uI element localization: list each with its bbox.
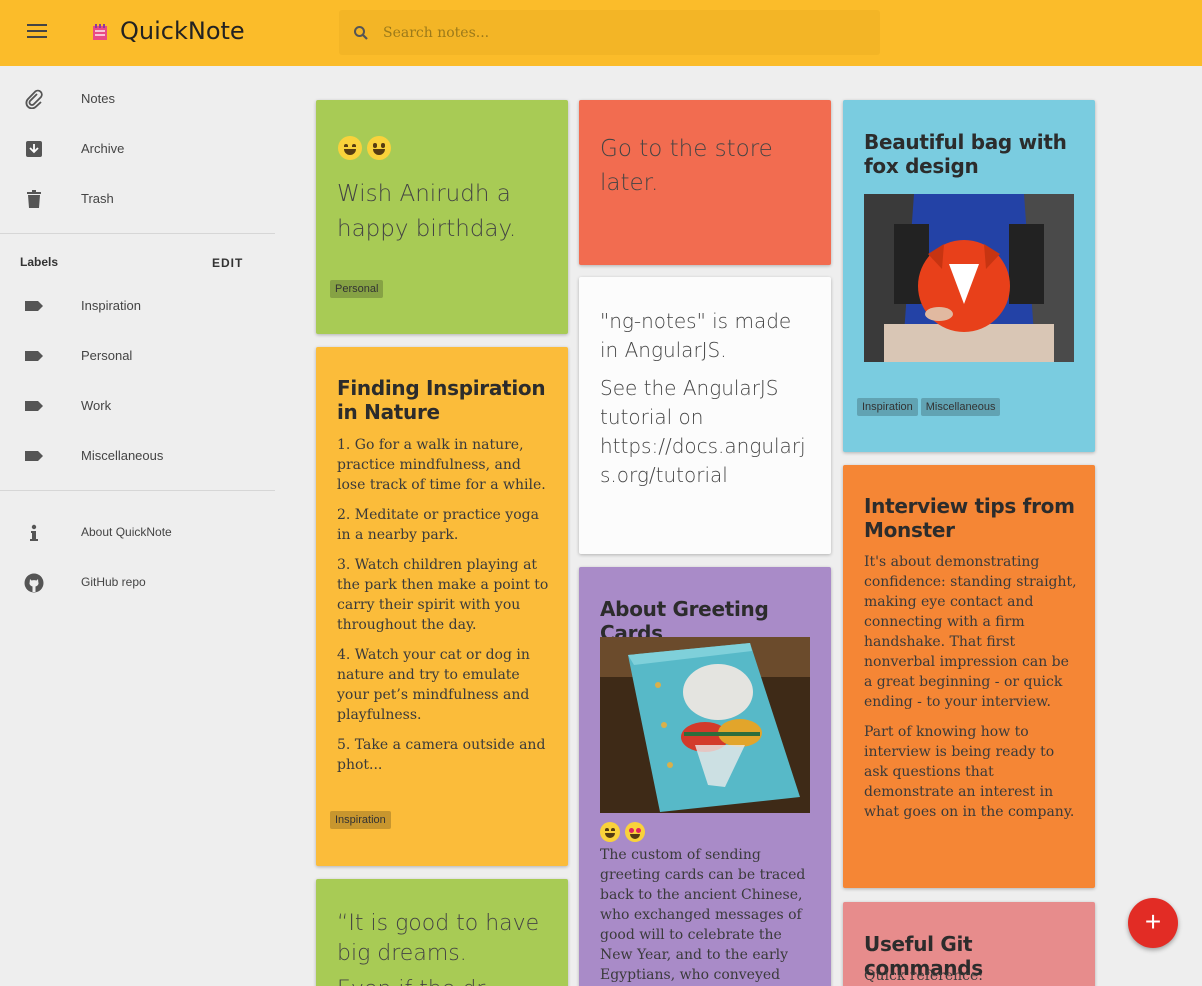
sidebar-item-about[interactable]: About QuickNote xyxy=(0,510,275,556)
edit-labels-button[interactable]: EDIT xyxy=(212,256,243,270)
sidebar-item-trash[interactable]: Trash xyxy=(0,176,275,222)
labels-heading: Labels xyxy=(20,255,59,269)
archive-icon xyxy=(26,141,42,157)
sidebar-item-personal[interactable]: Personal xyxy=(0,333,275,379)
paragraph: Part of knowing how to interview is bein… xyxy=(864,724,1075,820)
label-chip[interactable]: Miscellaneous xyxy=(920,398,1001,416)
note-card-birthday[interactable]: Wish Anirudh a happy birthday. Personal xyxy=(316,100,568,334)
label-tag-icon xyxy=(25,301,43,311)
label-tag-icon xyxy=(25,401,43,411)
plus-icon: + xyxy=(1144,906,1162,937)
note-card-ngnotes[interactable]: "ng-notes" is made in AngularJS. See the… xyxy=(579,277,831,554)
sidebar-item-label: Inspiration xyxy=(81,298,141,313)
sidebar-item-label: Trash xyxy=(81,191,114,206)
note-text: “It is good to have big dreams. xyxy=(337,911,540,966)
sidebar-divider xyxy=(0,233,275,234)
note-card-greeting[interactable]: About Greeting Cards The custom of sendi… xyxy=(579,567,831,986)
sidebar-item-label: Notes xyxy=(81,91,115,106)
github-icon xyxy=(24,573,44,593)
label-tag-icon xyxy=(25,351,43,361)
note-card-interview[interactable]: Interview tips from Monster It's about d… xyxy=(843,465,1095,888)
note-title: Interview tips from Monster xyxy=(864,494,1075,542)
sidebar-item-label: About QuickNote xyxy=(81,525,172,539)
menu-icon[interactable] xyxy=(27,24,47,40)
smile-emoji-icon xyxy=(367,136,391,160)
fox-bag-image xyxy=(864,194,1074,362)
app-header: QuickNote xyxy=(0,0,1202,66)
sidebar-item-inspiration[interactable]: Inspiration xyxy=(0,283,275,329)
note-text: Go to the store later. xyxy=(600,136,773,196)
list-item: 2. Meditate or practice yoga in a nearby… xyxy=(337,507,539,543)
label-chip[interactable]: Personal xyxy=(330,280,384,298)
sidebar-item-archive[interactable]: Archive xyxy=(0,126,275,172)
tutorial-link[interactable]: https://docs.angularjs.org/tutorial xyxy=(600,432,815,490)
note-card-inspiration[interactable]: Finding Inspiration in Nature 1. Go for … xyxy=(316,347,568,866)
sidebar-item-label: Personal xyxy=(81,348,133,363)
note-card-dreams[interactable]: “It is good to have big dreams. Even if … xyxy=(316,879,568,986)
note-title: Finding Inspiration in Nature xyxy=(337,376,546,424)
note-text: Even if the dr... xyxy=(337,975,547,986)
search-input[interactable] xyxy=(383,22,863,44)
sidebar-item-label: GitHub repo xyxy=(81,575,146,589)
note-text: See the AngularJS tutorial on xyxy=(600,376,779,429)
add-note-button[interactable]: + xyxy=(1128,898,1178,948)
sidebar-item-label: Work xyxy=(81,398,112,413)
list-item: 4. Watch your cat or dog in nature and t… xyxy=(337,647,530,723)
paragraph: It's about demonstrating confidence: sta… xyxy=(864,554,1077,710)
greeting-card-image xyxy=(600,637,810,813)
note-emojis xyxy=(338,136,396,160)
note-text: "ng-notes" is made in AngularJS. xyxy=(600,309,792,362)
info-icon xyxy=(30,524,38,541)
note-title: Beautiful bag with fox design xyxy=(864,130,1067,178)
note-text: Wish Anirudh a happy birthday. xyxy=(337,181,517,242)
note-card-git[interactable]: Useful Git commands Quick reference: xyxy=(843,902,1095,986)
label-chip[interactable]: Inspiration xyxy=(330,811,391,829)
note-body: 1. Go for a walk in nature, practice min… xyxy=(337,435,552,775)
search-icon xyxy=(354,26,368,40)
sidebar-item-github[interactable]: GitHub repo xyxy=(0,560,275,606)
note-body: The custom of sending greeting cards can… xyxy=(600,847,806,983)
sidebar-item-work[interactable]: Work xyxy=(0,383,275,429)
note-emojis xyxy=(600,822,650,842)
list-item: 5. Take a camera outside and phot... xyxy=(337,737,546,773)
note-card-bag[interactable]: Beautiful bag with fox design Inspiratio… xyxy=(843,100,1095,452)
sidebar: Notes Archive Trash Labels EDIT Inspirat… xyxy=(0,66,275,986)
sidebar-item-label: Archive xyxy=(81,141,125,156)
paperclip-icon xyxy=(25,89,43,109)
list-item: 3. Watch children playing at the park th… xyxy=(337,557,549,633)
trash-icon xyxy=(27,190,41,208)
note-body: Quick reference: xyxy=(864,968,984,984)
grin-emoji-icon xyxy=(600,822,620,842)
sidebar-divider xyxy=(0,490,275,491)
note-body: It's about demonstrating confidence: sta… xyxy=(864,552,1079,822)
list-item: 1. Go for a walk in nature, practice min… xyxy=(337,437,546,493)
heart-eyes-emoji-icon xyxy=(625,822,645,842)
sidebar-item-notes[interactable]: Notes xyxy=(0,76,275,122)
grin-emoji-icon xyxy=(338,136,362,160)
label-chip[interactable]: Inspiration xyxy=(857,398,918,416)
sidebar-item-miscellaneous[interactable]: Miscellaneous xyxy=(0,433,275,479)
app-title: QuickNote xyxy=(120,17,245,45)
label-tag-icon xyxy=(25,451,43,461)
search-bar[interactable] xyxy=(339,10,880,55)
app-logo-icon xyxy=(93,24,107,40)
note-card-store[interactable]: Go to the store later. xyxy=(579,100,831,265)
sidebar-item-label: Miscellaneous xyxy=(81,448,164,463)
